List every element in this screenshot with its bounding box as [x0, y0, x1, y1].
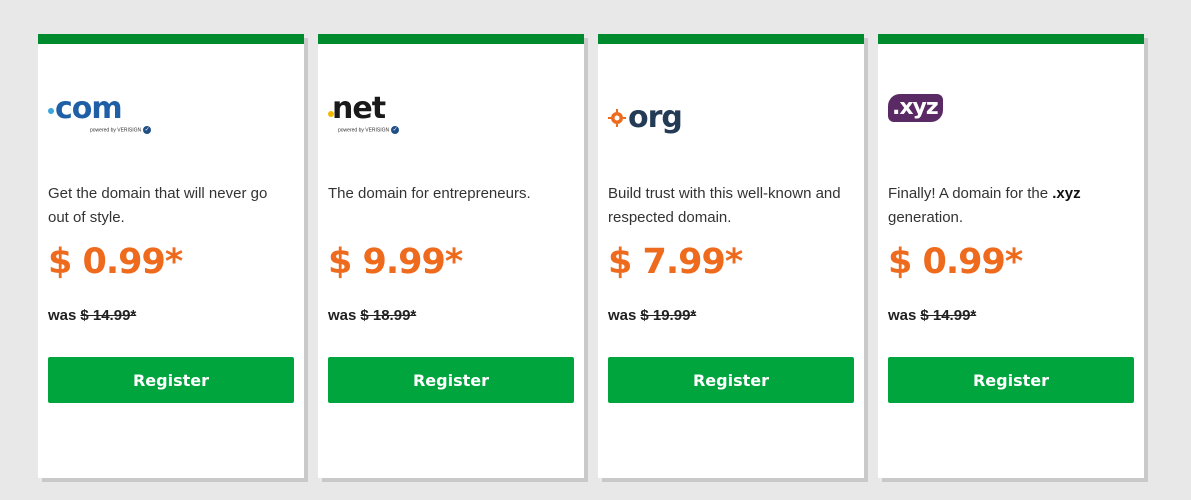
register-button[interactable]: Register — [608, 357, 854, 403]
original-price: was $ 19.99* — [608, 307, 697, 324]
current-price: $ 9.99* — [328, 242, 463, 282]
register-button[interactable]: Register — [328, 357, 574, 403]
dot-icon — [48, 108, 54, 114]
current-price: $ 0.99* — [888, 242, 1023, 282]
com-logo: com powered by VERISIGN ✓ — [48, 91, 152, 142]
verisign-check-icon: ✓ — [391, 126, 400, 134]
current-price: $ 7.99* — [608, 242, 743, 282]
domain-cards: com powered by VERISIGN ✓ Get the domain … — [38, 34, 1144, 478]
org-target-icon — [608, 109, 626, 127]
powered-by-verisign: powered by VERISIGN ✓ — [90, 126, 152, 134]
verisign-check-icon: ✓ — [143, 126, 152, 134]
domain-description: Finally! A domain for the .xyz generatio… — [888, 185, 1081, 226]
domain-card-org: org Build trust with this well-known and… — [598, 34, 864, 478]
register-button[interactable]: Register — [48, 357, 294, 403]
logo-text: .xyz — [888, 94, 943, 122]
org-logo: org — [608, 94, 683, 142]
domain-description: Get the domain that will never go out of… — [48, 185, 268, 226]
current-price: $ 0.99* — [48, 242, 183, 282]
original-price: was $ 14.99* — [888, 307, 977, 324]
logo-text: org — [628, 100, 683, 135]
xyz-logo: .xyz — [888, 94, 943, 142]
powered-by-verisign: powered by VERISIGN ✓ — [338, 126, 400, 134]
logo-text: net — [332, 91, 386, 126]
domain-description: Build trust with this well-known and res… — [608, 185, 841, 226]
domain-card-xyz: .xyz Finally! A domain for the .xyz gene… — [878, 34, 1144, 478]
domain-card-com: com powered by VERISIGN ✓ Get the domain … — [38, 34, 304, 478]
domain-description: The domain for entrepreneurs. — [328, 185, 531, 202]
original-price: was $ 18.99* — [328, 307, 417, 324]
domain-card-net: net powered by VERISIGN ✓ The domain for … — [318, 34, 584, 478]
original-price: was $ 14.99* — [48, 307, 137, 324]
net-logo: net powered by VERISIGN ✓ — [328, 91, 400, 142]
logo-text: com — [55, 91, 123, 126]
register-button[interactable]: Register — [888, 357, 1134, 403]
